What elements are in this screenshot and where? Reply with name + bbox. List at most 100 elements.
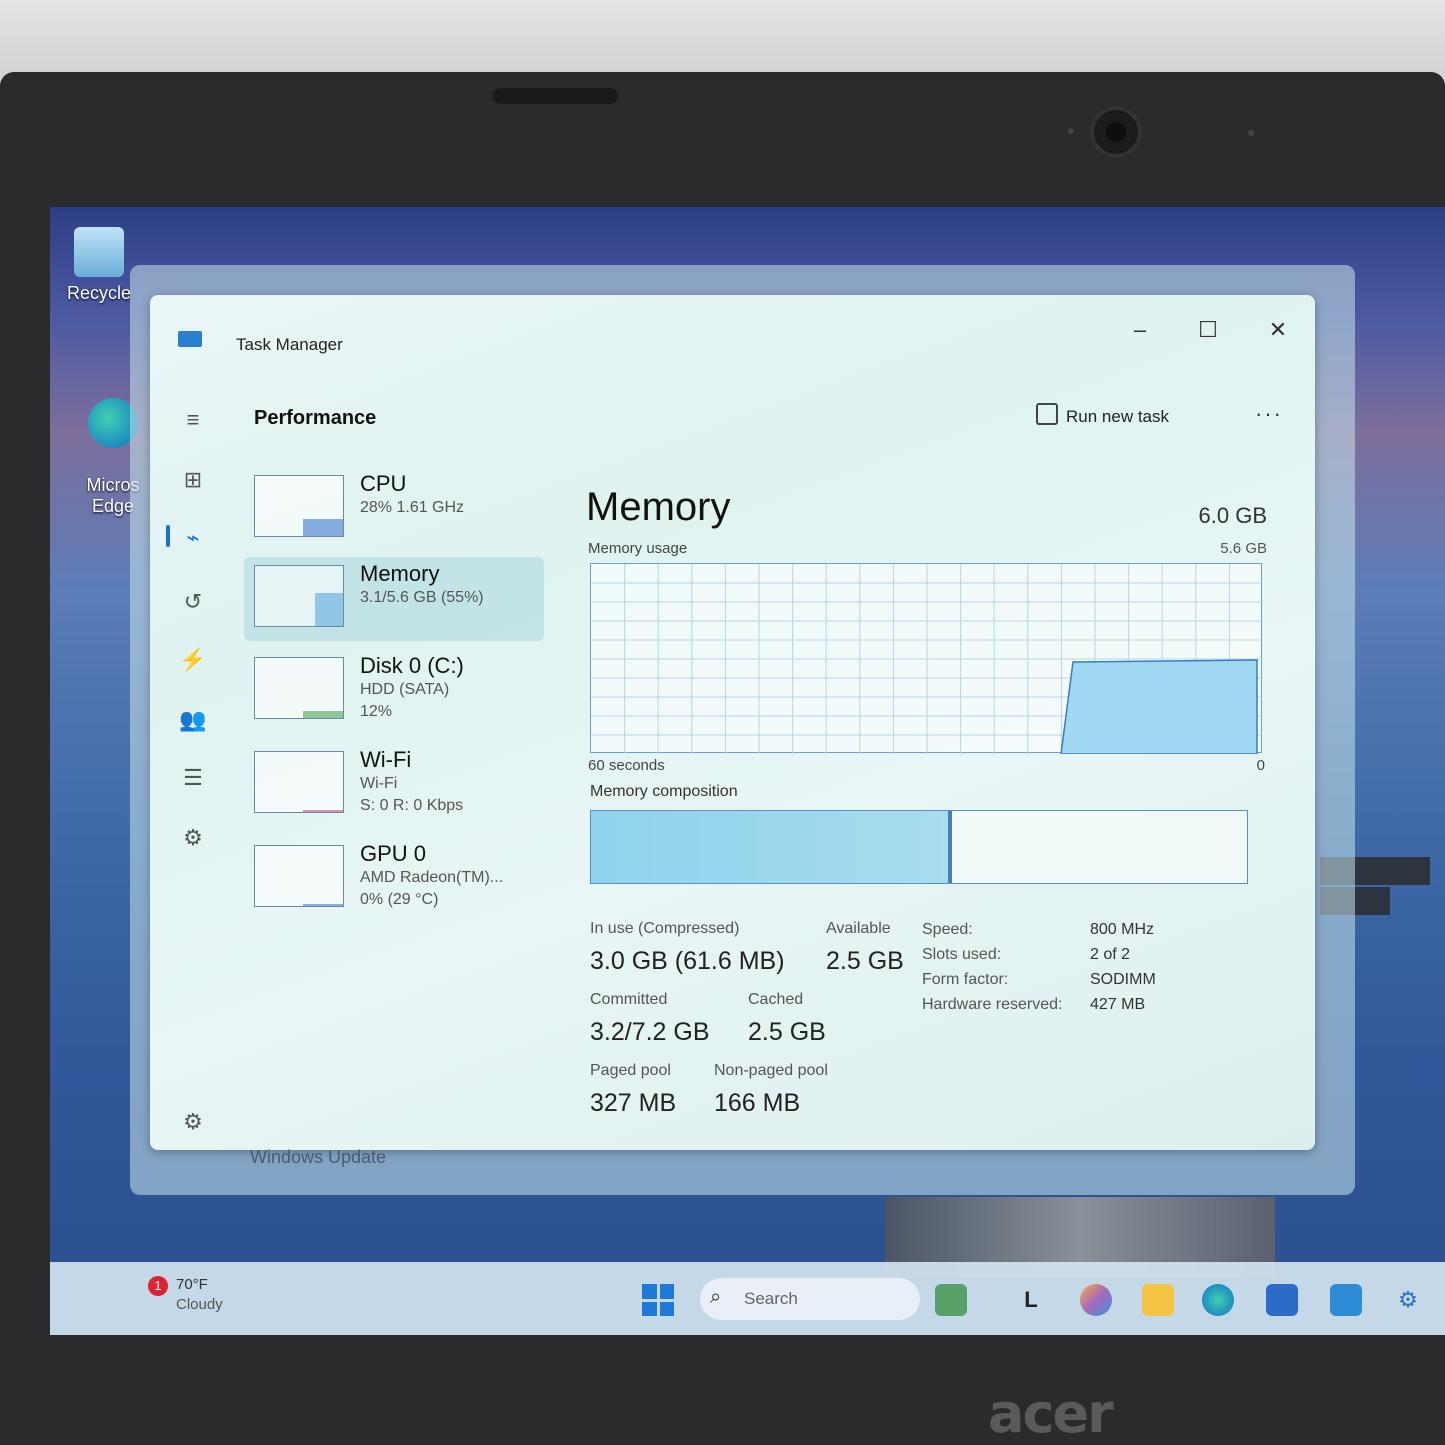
terminal-icon[interactable]: L — [1015, 1284, 1047, 1316]
widgets-icon[interactable] — [935, 1284, 967, 1316]
taskbar-search[interactable]: ⌕ Search — [700, 1278, 920, 1320]
paged-pool-label: Paged pool — [590, 1062, 671, 1079]
graph-x-right-label: 0 — [1256, 757, 1265, 774]
window-title: Task Manager — [236, 335, 343, 354]
resource-thumbnail — [254, 657, 344, 719]
form-factor-value: SODIMM — [1090, 971, 1156, 988]
non-paged-pool-label: Non-paged pool — [714, 1062, 828, 1079]
resource-detail: 3.1/5.6 GB (55%) — [360, 589, 484, 606]
hardware-reserved-value: 427 MB — [1090, 996, 1146, 1013]
usage-graph-max: 5.6 GB — [1220, 540, 1267, 557]
run-task-icon[interactable] — [1036, 403, 1058, 425]
resource-usage-fill — [303, 904, 343, 906]
memory-usage-graph — [590, 563, 1263, 755]
processes-icon[interactable]: ⊞ — [178, 465, 208, 495]
resource-detail: Wi-Fi — [360, 775, 398, 792]
resource-usage-fill — [315, 593, 343, 626]
hardware-reserved-label: Hardware reserved: — [922, 996, 1063, 1013]
resource-usage-fill — [303, 810, 343, 812]
composition-in-use-segment — [591, 811, 952, 883]
hamburger-menu-icon[interactable]: ≡ — [178, 405, 208, 435]
resource-detail: 0% (29 °C) — [360, 891, 439, 908]
usage-area — [1060, 659, 1258, 755]
task-manager-window: Task Manager – ☐ ✕ ≡ ⊞ ⌁ ↺ ⚡ 👥 ☰ ⚙ ⚙ Per… — [150, 295, 1315, 1150]
resource-item[interactable]: GPU 0 AMD Radeon(TM)... 0% (29 °C) — [244, 837, 544, 921]
startup-apps-icon[interactable]: ⚡ — [178, 645, 208, 675]
resource-thumbnail — [254, 565, 344, 627]
more-options-button[interactable]: ··· — [1255, 401, 1283, 427]
weather-temperature[interactable]: 70°F — [176, 1276, 208, 1293]
nav-active-indicator — [166, 525, 170, 547]
resource-detail: AMD Radeon(TM)... — [360, 869, 504, 886]
camera-sensor — [1068, 128, 1074, 134]
file-explorer-icon[interactable] — [1142, 1284, 1174, 1316]
resource-usage-fill — [303, 711, 343, 718]
form-factor-label: Form factor: — [922, 971, 1009, 988]
resource-name: Wi-Fi — [360, 747, 412, 772]
resource-item[interactable]: Memory 3.1/5.6 GB (55%) — [244, 557, 544, 641]
usage-graph-svg — [591, 564, 1263, 755]
resource-thumbnail — [254, 475, 344, 537]
maximize-button[interactable]: ☐ — [1188, 315, 1228, 345]
taskbar: 1 70°F Cloudy ⌕ Search L ⚙ — [50, 1262, 1445, 1335]
search-icon: ⌕ — [710, 1286, 722, 1308]
mail-icon[interactable] — [1330, 1284, 1362, 1316]
weather-condition[interactable]: Cloudy — [176, 1296, 223, 1313]
task-manager-app-icon — [178, 331, 202, 347]
weather-badge[interactable]: 1 — [148, 1276, 168, 1296]
graph-x-left-label: 60 seconds — [588, 757, 665, 774]
run-new-task-button[interactable]: Run new task — [1066, 407, 1169, 427]
resource-item[interactable]: Wi-Fi Wi-Fi S: 0 R: 0 Kbps — [244, 743, 544, 827]
slots-label: Slots used: — [922, 946, 1002, 963]
resource-detail: 28% 1.61 GHz — [360, 499, 465, 516]
in-use-label: In use (Compressed) — [590, 920, 740, 937]
available-label: Available — [826, 920, 891, 937]
resource-name: CPU — [360, 471, 407, 496]
search-placeholder: Search — [744, 1289, 798, 1308]
settings-icon[interactable]: ⚙ — [178, 1107, 208, 1137]
start-button[interactable] — [642, 1284, 674, 1316]
lid-notch — [492, 88, 618, 104]
detail-title: Memory — [586, 485, 731, 529]
memory-total: 6.0 GB — [1198, 503, 1267, 528]
resource-detail: 12% — [360, 703, 393, 720]
non-paged-pool-value: 166 MB — [714, 1089, 801, 1117]
usage-graph-label: Memory usage — [588, 540, 688, 557]
copilot-icon[interactable] — [1080, 1284, 1112, 1316]
resource-name: Memory — [360, 561, 440, 586]
in-use-value: 3.0 GB (61.6 MB) — [590, 947, 785, 975]
edge-icon[interactable] — [1202, 1284, 1234, 1316]
paged-pool-value: 327 MB — [590, 1089, 677, 1117]
resource-item[interactable]: CPU 28% 1.61 GHz — [244, 467, 544, 551]
available-value: 2.5 GB — [826, 947, 904, 975]
resource-item[interactable]: Disk 0 (C:) HDD (SATA) 12% — [244, 649, 544, 733]
performance-panel: Performance Run new task ··· CPU 28% 1.61… — [230, 385, 1305, 1145]
details-icon[interactable]: ☰ — [178, 763, 208, 793]
cached-label: Cached — [748, 991, 804, 1008]
users-icon[interactable]: 👥 — [178, 705, 208, 735]
performance-icon[interactable]: ⌁ — [178, 523, 208, 553]
recycle-bin-icon — [74, 227, 124, 277]
app-history-icon[interactable]: ↺ — [178, 587, 208, 617]
cached-value: 2.5 GB — [748, 1018, 826, 1046]
minimize-button[interactable]: – — [1120, 315, 1160, 345]
resource-name: GPU 0 — [360, 841, 427, 866]
composition-label: Memory composition — [590, 783, 738, 800]
screen: Recycle Micros Edge Task Manager – ☐ ✕ ≡… — [50, 207, 1445, 1335]
resource-detail: HDD (SATA) — [360, 681, 450, 698]
resource-detail: S: 0 R: 0 Kbps — [360, 797, 464, 814]
settings-icon[interactable]: ⚙ — [1392, 1284, 1424, 1316]
desktop-icon-recycle-bin[interactable]: Recycle — [64, 227, 134, 304]
resource-name: Disk 0 (C:) — [360, 653, 464, 678]
memory-composition-bar — [590, 810, 1248, 884]
committed-value: 3.2/7.2 GB — [590, 1018, 710, 1046]
store-icon[interactable] — [1266, 1284, 1298, 1316]
laptop-brand-logo: acer — [988, 1382, 1114, 1445]
services-icon[interactable]: ⚙ — [178, 823, 208, 853]
desktop-icon-label: Recycle — [66, 283, 132, 303]
title-bar[interactable]: Task Manager – ☐ ✕ — [150, 295, 1315, 375]
resource-usage-fill — [303, 519, 343, 536]
webcam — [1090, 106, 1142, 158]
committed-label: Committed — [590, 991, 668, 1008]
close-button[interactable]: ✕ — [1258, 315, 1298, 345]
